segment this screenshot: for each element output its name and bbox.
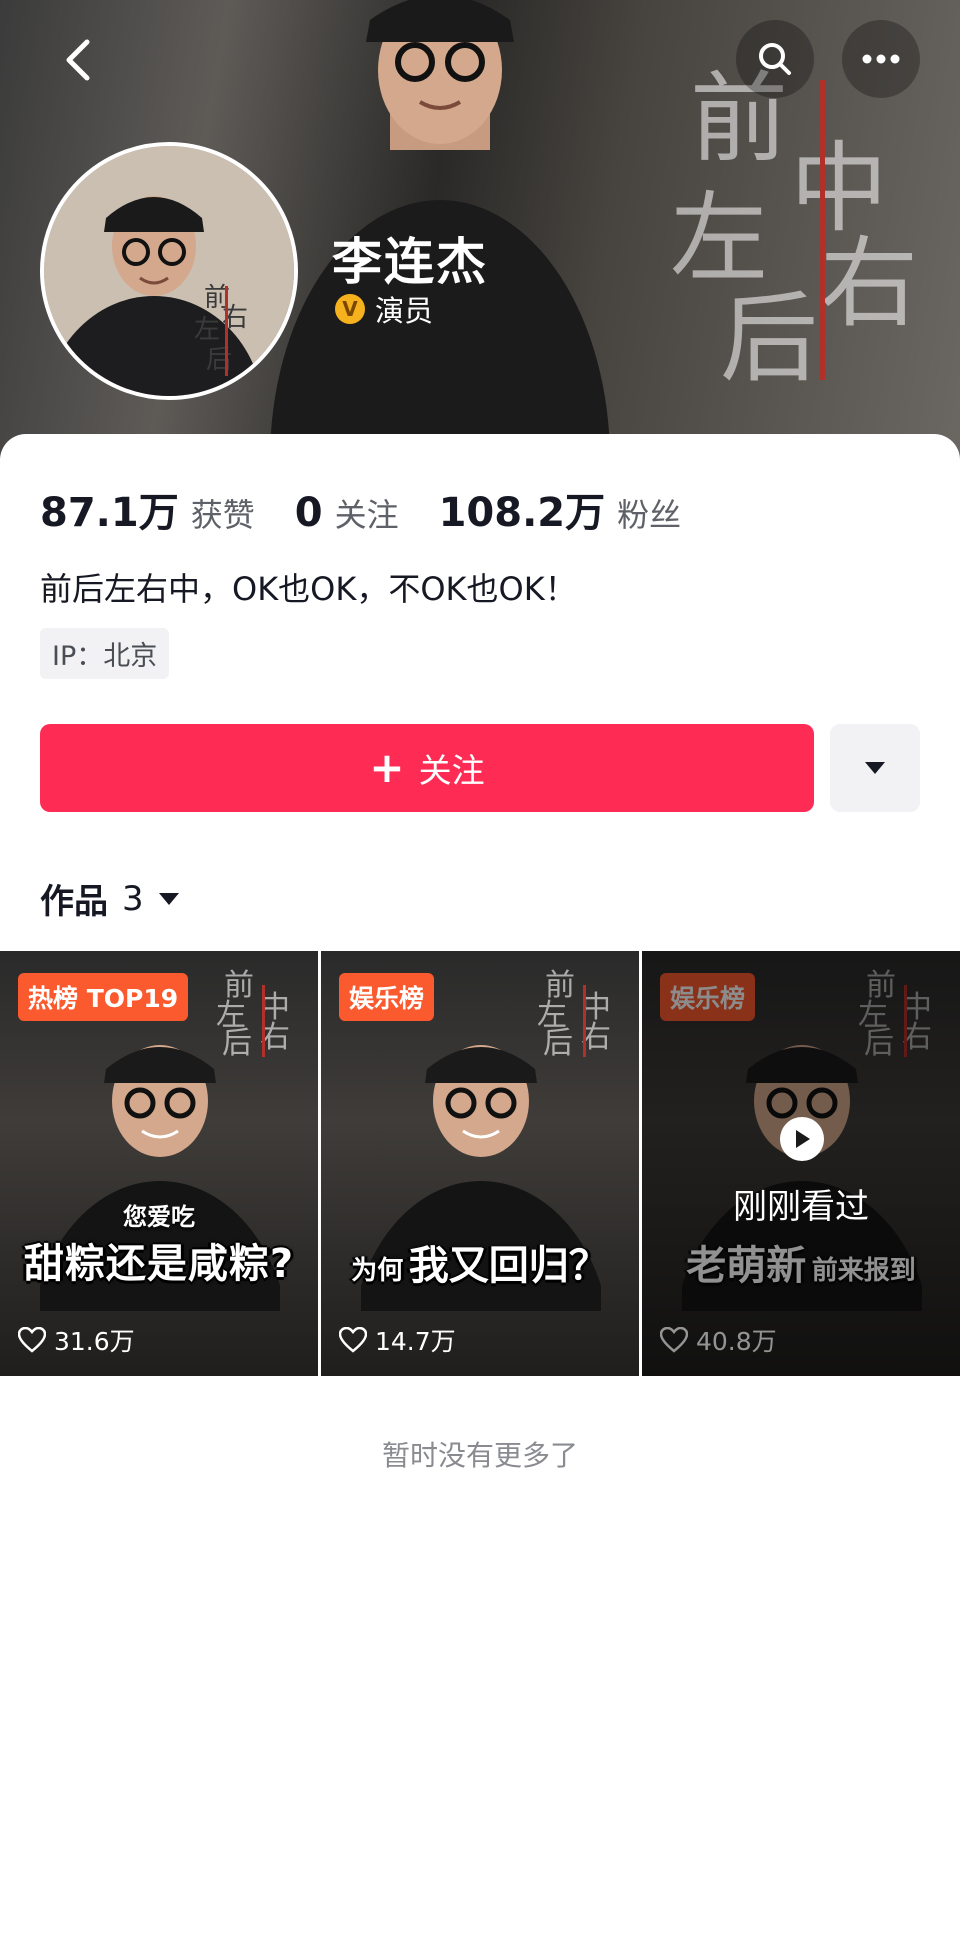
video-caption-large: 老萌新	[686, 1243, 807, 1289]
profile-banner: 前 左 中 右 后 前 左 右 后 李连杰 V 演员	[0, 0, 960, 470]
caret-down-icon	[158, 892, 179, 905]
verification-row: V 演员	[335, 288, 433, 330]
svg-text:左: 左	[194, 315, 220, 345]
works-count: 3	[122, 878, 144, 919]
stat-value: 0	[294, 490, 323, 536]
stat-likes[interactable]: 87.1万 获赞	[40, 480, 255, 538]
show-logo: 前左 中后右	[216, 968, 290, 1061]
verified-badge-icon: V	[335, 294, 365, 324]
banner-show-logo: 前 左 中 右 后	[670, 62, 919, 396]
ip-location-tag: IP：北京	[40, 628, 170, 679]
stat-value: 87.1万	[40, 490, 179, 536]
stat-label: 关注	[334, 496, 399, 534]
video-caption-small: 为何	[351, 1256, 404, 1286]
search-button[interactable]	[736, 20, 814, 98]
rank-badge: 娱乐榜	[339, 973, 435, 1021]
back-button[interactable]	[48, 30, 108, 90]
video-caption: 老萌新 前来报到	[642, 1233, 960, 1291]
caret-down-icon	[865, 762, 885, 774]
video-likes: 40.8万	[660, 1322, 777, 1358]
video-tile[interactable]: 前左 中后右 娱乐榜 老萌新 前来报到 刚刚看过 40.8万	[642, 951, 960, 1376]
works-label: 作品	[40, 882, 108, 922]
likes-count: 14.7万	[375, 1327, 456, 1356]
avatar[interactable]: 前 左 右 后	[40, 142, 298, 400]
show-logo: 前左 中后右	[858, 968, 932, 1061]
rank-badge: 娱乐榜	[660, 973, 756, 1021]
recently-watched-label: 刚刚看过	[733, 1187, 869, 1227]
video-caption: 为何 我又回归？	[321, 1233, 639, 1291]
profile-stats: 87.1万 获赞 0 关注 108.2万 粉丝	[40, 480, 721, 538]
video-caption-large: 我又回归？	[408, 1243, 609, 1289]
video-tile[interactable]: 前左 中后右 娱乐榜 为何 我又回归？ 14.7万	[321, 951, 639, 1376]
show-logo: 前左 中后右	[537, 968, 611, 1061]
profile-card: 87.1万 获赞 0 关注 108.2万 粉丝 前后左右中，OK也OK，不OK也…	[0, 434, 960, 1947]
svg-text:后: 后	[206, 345, 232, 375]
more-options-button[interactable]	[842, 20, 920, 98]
video-caption-small: 前来报到	[811, 1256, 916, 1286]
likes-count: 40.8万	[696, 1327, 777, 1356]
video-caption-small: 您爱吃	[123, 1203, 195, 1231]
verification-label: 演员	[375, 294, 434, 328]
video-grid: 前左 中后右 热榜 TOP19 您爱吃 甜粽还是咸粽? 31.6万 前 左 中 …	[0, 951, 960, 1376]
search-icon	[759, 43, 791, 75]
chevron-left-icon	[66, 39, 90, 81]
stat-value: 108.2万	[438, 490, 606, 536]
video-likes: 31.6万	[18, 1322, 135, 1358]
video-tile[interactable]: 前左 中后右 热榜 TOP19 您爱吃 甜粽还是咸粽? 31.6万	[0, 951, 318, 1376]
follow-button[interactable]: + 关注	[40, 724, 814, 812]
rank-badge: 热榜 TOP19	[18, 973, 189, 1021]
profile-bio: 前后左右中，OK也OK，不OK也OK！	[40, 570, 577, 608]
heart-icon	[18, 1327, 46, 1353]
likes-count: 31.6万	[54, 1327, 135, 1356]
video-caption-large: 甜粽还是咸粽?	[23, 1241, 295, 1287]
heart-icon	[339, 1327, 367, 1353]
follow-button-label: 关注	[418, 751, 485, 790]
more-dots-icon	[862, 54, 900, 64]
profile-name: 李连杰	[332, 233, 488, 291]
play-icon	[780, 1117, 824, 1161]
stat-label: 获赞	[190, 496, 255, 534]
stat-label: 粉丝	[617, 496, 682, 534]
stat-followers[interactable]: 108.2万 粉丝	[439, 480, 682, 538]
works-tab[interactable]: 作品 3	[40, 874, 180, 923]
plus-icon: +	[369, 743, 405, 792]
stat-following[interactable]: 0 关注	[295, 490, 399, 536]
heart-icon	[660, 1327, 688, 1353]
follow-dropdown-button[interactable]	[830, 724, 920, 812]
no-more-content-text: 暂时没有更多了	[381, 1439, 578, 1472]
avatar-image: 前 左 右 后	[44, 146, 294, 396]
video-likes: 14.7万	[339, 1322, 456, 1358]
